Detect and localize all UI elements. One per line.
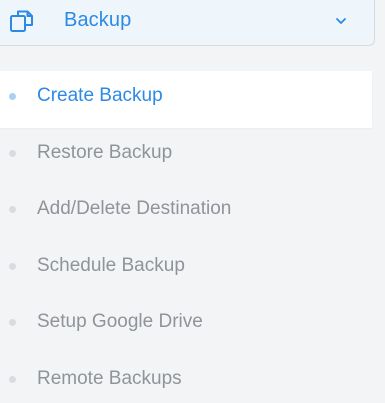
- bullet-dot: [9, 375, 16, 383]
- bullet-dot: [9, 149, 16, 157]
- backup-section-header[interactable]: Backup: [0, 0, 375, 46]
- menu-item-label: Create Backup: [37, 85, 163, 106]
- section-title: Backup: [64, 9, 132, 31]
- menu-item-schedule-backup[interactable]: Schedule Backup: [0, 241, 372, 298]
- menu-item-label: Add/Delete Destination: [37, 198, 232, 219]
- chevron-down-icon[interactable]: [334, 14, 348, 28]
- menu-item-restore-backup[interactable]: Restore Backup: [0, 128, 372, 185]
- bullet-dot: [9, 262, 16, 270]
- backup-menu: Create Backup Restore Backup Add/Delete …: [0, 71, 372, 403]
- menu-item-create-backup[interactable]: Create Backup: [0, 71, 372, 128]
- menu-item-label: Restore Backup: [37, 141, 173, 163]
- menu-item-label: Schedule Backup: [37, 254, 185, 276]
- menu-item-label: Setup Google Drive: [37, 311, 203, 332]
- menu-item-setup-google-drive[interactable]: Setup Google Drive: [0, 297, 372, 354]
- menu-item-label: Remote Backups: [37, 367, 182, 389]
- bullet-dot: [9, 319, 16, 326]
- copy-pages-icon: [8, 7, 36, 35]
- menu-item-add-delete-destination[interactable]: Add/Delete Destination: [0, 184, 372, 241]
- menu-item-remote-backups[interactable]: Remote Backups: [0, 354, 372, 403]
- bullet-dot: [9, 93, 16, 100]
- bullet-dot: [9, 206, 16, 213]
- backup-sidebar-panel: Backup Create Backup Restore Backup Add/…: [0, 0, 385, 403]
